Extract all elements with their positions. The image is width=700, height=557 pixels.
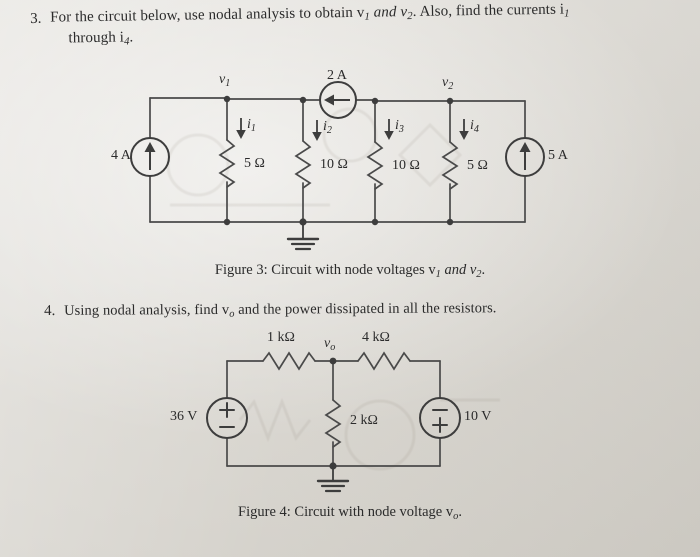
problem-3-line1-c: . Also, find the currents i (412, 1, 565, 20)
problem-3-text: 3. For the circuit below, use nodal anal… (30, 0, 686, 52)
label-resistor-4k: 4 kΩ (362, 330, 390, 345)
node-dot-bottom-4 (446, 218, 454, 226)
problem-3-number: 3. (30, 10, 42, 27)
resistor-10ohm-b-zigzag (366, 141, 384, 190)
label-source-4a: 4 A (111, 148, 131, 163)
figure-4-caption-a: Figure 4: Circuit with node voltage v (238, 504, 454, 520)
problem-3-line1-a: For the circuit below, use nodal analysi… (50, 4, 365, 26)
resistor-4k-zigzag (357, 351, 411, 371)
problem-3-line1-sub3: 1 (564, 7, 570, 20)
arrow-i3-head (384, 131, 394, 140)
problem-4-body: Using nodal analysis, find vo and the po… (64, 297, 664, 323)
figure-4-caption: Figure 4: Circuit with node voltage vo. (0, 504, 700, 522)
problem-3-line1-b: and v (369, 4, 408, 21)
label-current-i1: i1 (247, 117, 256, 134)
resistor-1k-zigzag (262, 351, 316, 371)
figure-3-circuit: v1 v2 4 A 2 A 5 A 5 Ω 10 Ω 10 Ω 5 Ω i1 i… (0, 68, 700, 253)
label-current-i1-sub: 1 (250, 122, 256, 134)
node-dot-v2 (446, 97, 454, 105)
label-current-i4: i4 (470, 118, 479, 135)
label-current-i4-sub: 4 (473, 123, 479, 135)
label-resistor-r1: 5 Ω (244, 156, 265, 171)
figure-4-circuit: 1 kΩ 4 kΩ 2 kΩ vo 36 V 10 V (0, 328, 700, 503)
node-dot-top-2 (299, 96, 307, 104)
node-dot-bottom-3 (371, 218, 379, 226)
problem-4-text-a: Using nodal analysis, find v (64, 301, 230, 319)
figure-3-svg (130, 81, 545, 251)
label-node-vo-sub: o (330, 341, 336, 353)
label-node-v1-sub: 1 (225, 77, 231, 89)
resistor-5ohm-b-zigzag (441, 141, 459, 190)
arrow-i1-head (236, 130, 246, 139)
arrow-i4-head (459, 131, 469, 140)
arrow-i2-head (312, 132, 322, 141)
label-resistor-r4: 5 Ω (467, 158, 488, 173)
label-current-i3-sub: 3 (398, 123, 404, 135)
figure-3-caption: Figure 3: Circuit with node voltages v1 … (0, 262, 700, 280)
resistor-2k-zigzag (324, 399, 342, 448)
label-current-i3: i3 (395, 118, 404, 135)
ground-symbol-fig4 (316, 465, 350, 493)
resistor-10ohm-a-zigzag (294, 140, 312, 189)
label-node-v1: v1 (219, 72, 230, 89)
label-node-v2: v2 (442, 75, 453, 92)
right-current-source-symbol (505, 137, 545, 177)
node-dot-bottom-1 (223, 218, 231, 226)
problem-3-line2-a: through i (68, 29, 125, 47)
label-current-i2-sub: 2 (326, 124, 332, 136)
right-voltage-source-symbol (419, 397, 461, 439)
top-current-source-symbol (319, 81, 357, 119)
problem-4-text: 4. Using nodal analysis, find vo and the… (44, 297, 664, 324)
label-source-36v: 36 V (170, 409, 198, 424)
current-arrows (236, 118, 469, 141)
figure-3-caption-a: Figure 3: Circuit with node voltages v (214, 262, 436, 278)
label-node-v2-sub: 2 (448, 80, 454, 92)
left-voltage-source-symbol (206, 397, 248, 439)
resistor-5ohm-a-zigzag (218, 139, 236, 188)
problem-3-line2-b: . (129, 29, 134, 46)
problem-4-text-b: and the power dissipated in all the resi… (234, 300, 497, 318)
problem-4-number: 4. (44, 302, 56, 319)
ground-symbol (286, 221, 320, 251)
node-dot-top-3 (371, 97, 379, 105)
label-resistor-r2: 10 Ω (320, 157, 348, 172)
label-resistor-1k: 1 kΩ (267, 330, 295, 345)
label-node-vo: vo (324, 336, 335, 353)
label-current-i2: i2 (323, 119, 332, 136)
label-source-10v: 10 V (464, 409, 492, 424)
node-dot-vo (329, 357, 337, 365)
figure-3-caption-b: and v (440, 262, 477, 278)
figure-4-caption-b: . (458, 504, 462, 520)
label-resistor-r3: 10 Ω (392, 158, 420, 173)
label-source-2a: 2 A (327, 68, 347, 83)
left-current-source-symbol (130, 137, 170, 177)
node-dot-v1 (223, 95, 231, 103)
label-source-5a: 5 A (548, 148, 568, 163)
figure-3-caption-c: . (481, 262, 486, 278)
label-resistor-2k: 2 kΩ (350, 413, 378, 428)
